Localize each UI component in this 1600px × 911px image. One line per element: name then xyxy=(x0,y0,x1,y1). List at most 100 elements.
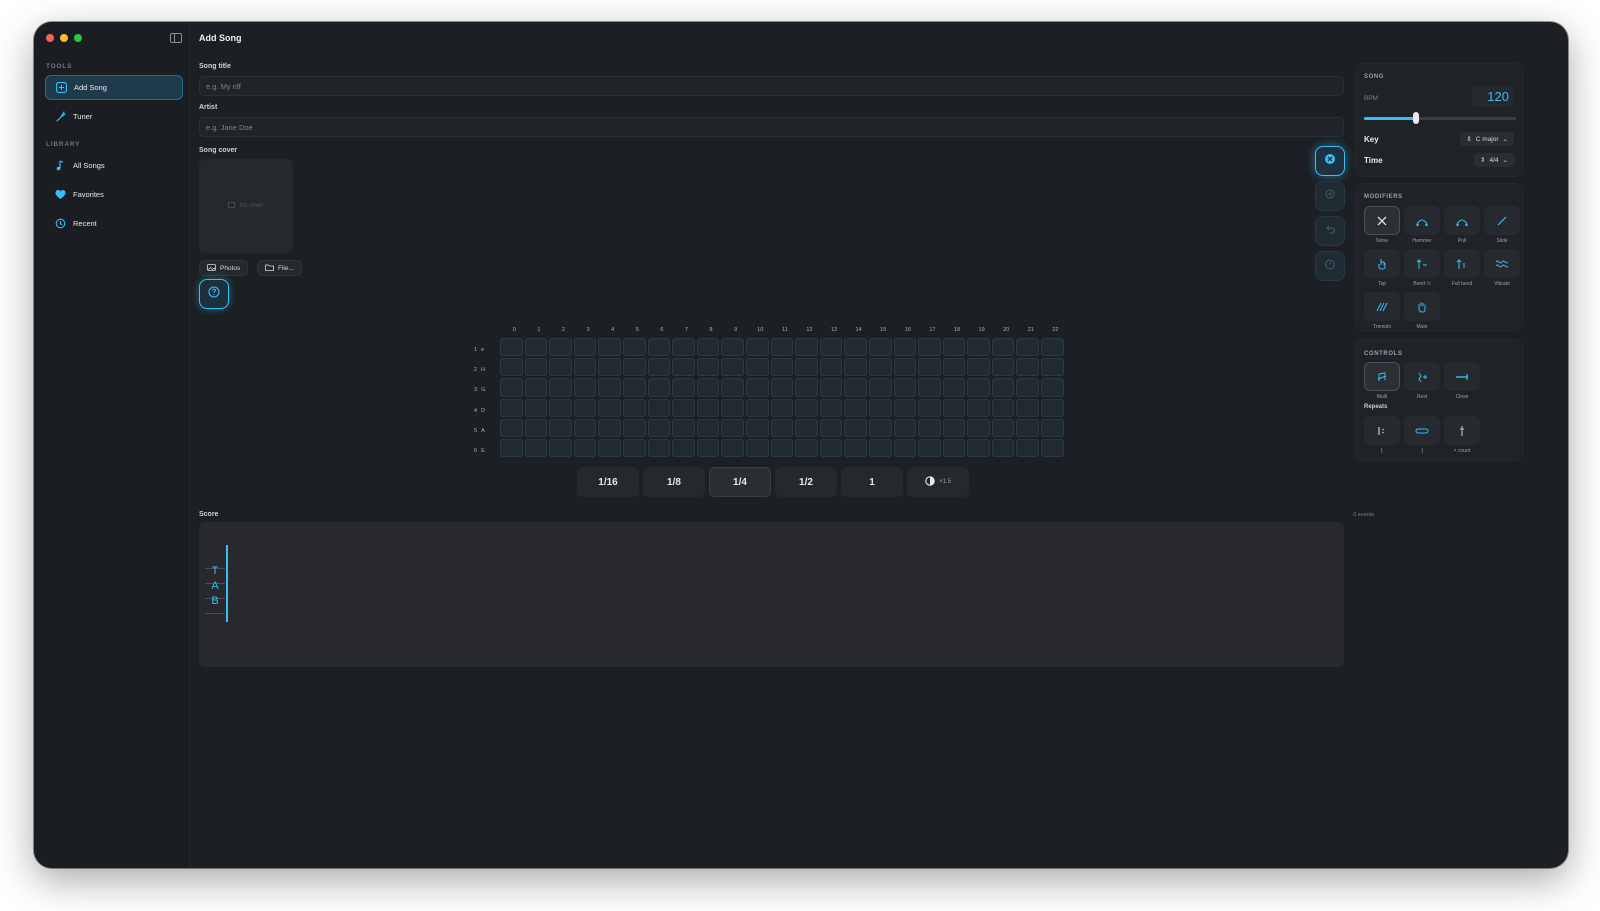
fret-cell[interactable] xyxy=(1016,438,1040,458)
control-rest[interactable]: Rest xyxy=(1404,362,1440,400)
fret-cell[interactable] xyxy=(844,438,867,458)
fret-cell[interactable] xyxy=(573,338,597,357)
time-select[interactable]: ⇕ 4/4 ⌄ xyxy=(1474,153,1514,167)
modifier-full-bend[interactable]: Full bend xyxy=(1444,249,1480,287)
fret-cell[interactable] xyxy=(745,398,769,417)
fret-cell[interactable] xyxy=(770,438,794,458)
fret-cell[interactable] xyxy=(942,398,966,417)
fret-cell[interactable] xyxy=(745,438,769,458)
fret-cell[interactable] xyxy=(844,338,867,357)
duration-button[interactable]: 1/16 xyxy=(577,467,639,497)
fret-cell[interactable] xyxy=(967,418,990,437)
sidebar-item-favorites[interactable]: Favorites xyxy=(45,182,183,207)
fret-cell[interactable] xyxy=(524,378,548,397)
fret-cell[interactable] xyxy=(918,358,941,377)
fret-cell[interactable] xyxy=(696,338,720,357)
fret-cell[interactable] xyxy=(991,418,1015,437)
fret-cell[interactable] xyxy=(622,378,646,397)
fret-cell[interactable] xyxy=(500,378,523,397)
fret-cell[interactable] xyxy=(942,358,966,377)
fret-cell[interactable] xyxy=(844,378,867,397)
repeat-count[interactable]: × count xyxy=(1444,416,1480,454)
fret-cell[interactable] xyxy=(721,378,744,397)
dotted-toggle-button[interactable]: ×1.5 xyxy=(907,467,969,497)
fret-cell[interactable] xyxy=(696,358,720,377)
fret-cell[interactable] xyxy=(1016,358,1040,377)
modifier-tremolo[interactable]: Tremolo xyxy=(1364,292,1400,330)
fret-cell[interactable] xyxy=(647,398,671,417)
duration-button[interactable]: 1/2 xyxy=(775,467,837,497)
fret-cell[interactable] xyxy=(893,378,917,397)
bpm-slider[interactable] xyxy=(1364,112,1516,124)
fret-cell[interactable] xyxy=(696,438,720,458)
fret-cell[interactable] xyxy=(745,418,769,437)
fret-cell[interactable] xyxy=(819,358,843,377)
fret-cell[interactable] xyxy=(893,438,917,458)
fret-cell[interactable] xyxy=(745,358,769,377)
help-button[interactable] xyxy=(199,279,229,309)
sidebar-item-all-songs[interactable]: All Songs xyxy=(45,153,183,178)
modifier-vibrato[interactable]: Vibrato xyxy=(1484,249,1520,287)
fret-cell[interactable] xyxy=(819,398,843,417)
fret-cell[interactable] xyxy=(598,418,621,437)
fret-cell[interactable] xyxy=(598,398,621,417)
fret-cell[interactable] xyxy=(622,398,646,417)
fret-cell[interactable] xyxy=(500,358,523,377)
fret-cell[interactable] xyxy=(696,378,720,397)
fret-cell[interactable] xyxy=(844,398,867,417)
fret-cell[interactable] xyxy=(1041,378,1064,397)
sidebar-item-recent[interactable]: Recent xyxy=(45,211,183,236)
modifier-none[interactable]: None xyxy=(1364,206,1400,244)
fret-cell[interactable] xyxy=(795,358,818,377)
score-canvas[interactable]: T A B xyxy=(199,522,1344,667)
fret-cell[interactable] xyxy=(893,398,917,417)
fret-cell[interactable] xyxy=(549,358,572,377)
fret-cell[interactable] xyxy=(868,398,892,417)
bpm-input[interactable]: 120 xyxy=(1472,86,1514,107)
fret-cell[interactable] xyxy=(893,358,917,377)
repeat-start[interactable]: |: xyxy=(1364,416,1400,454)
fret-cell[interactable] xyxy=(672,338,695,357)
modifier-tap[interactable]: Tap xyxy=(1364,249,1400,287)
fret-cell[interactable] xyxy=(868,438,892,458)
fret-cell[interactable] xyxy=(524,358,548,377)
fret-cell[interactable] xyxy=(500,418,523,437)
fret-cell[interactable] xyxy=(1016,338,1040,357)
fret-cell[interactable] xyxy=(622,418,646,437)
fret-cell[interactable] xyxy=(524,438,548,458)
cover-placeholder[interactable]: No cover xyxy=(199,159,293,253)
fret-cell[interactable] xyxy=(967,338,990,357)
fret-cell[interactable] xyxy=(819,438,843,458)
fret-cell[interactable] xyxy=(1041,438,1064,458)
fret-cell[interactable] xyxy=(967,358,990,377)
fret-cell[interactable] xyxy=(672,438,695,458)
modifier-slide[interactable]: Slide xyxy=(1484,206,1520,244)
zoom-window-button[interactable] xyxy=(74,34,82,42)
fret-cell[interactable] xyxy=(524,398,548,417)
fret-cell[interactable] xyxy=(868,358,892,377)
duration-button-selected[interactable]: 1/4 xyxy=(709,467,771,497)
fret-cell[interactable] xyxy=(918,438,941,458)
fret-cell[interactable] xyxy=(622,438,646,458)
fret-cell[interactable] xyxy=(795,418,818,437)
fret-cell[interactable] xyxy=(1041,398,1064,417)
fret-cell[interactable] xyxy=(1041,358,1064,377)
control-close[interactable]: Close xyxy=(1444,362,1480,400)
fret-cell[interactable] xyxy=(967,438,990,458)
fret-cell[interactable] xyxy=(770,338,794,357)
fret-cell[interactable] xyxy=(573,378,597,397)
fret-cell[interactable] xyxy=(795,378,818,397)
sidebar-item-add-song[interactable]: Add Song xyxy=(45,75,183,100)
fret-cell[interactable] xyxy=(819,418,843,437)
fret-cell[interactable] xyxy=(918,378,941,397)
fret-cell[interactable] xyxy=(844,418,867,437)
fret-cell[interactable] xyxy=(647,358,671,377)
fret-cell[interactable] xyxy=(918,338,941,357)
fret-cell[interactable] xyxy=(573,438,597,458)
fret-cell[interactable] xyxy=(549,338,572,357)
sidebar-toggle-icon[interactable] xyxy=(170,33,182,43)
minimize-window-button[interactable] xyxy=(60,34,68,42)
fret-cell[interactable] xyxy=(500,398,523,417)
fret-cell[interactable] xyxy=(598,378,621,397)
fret-cell[interactable] xyxy=(647,338,671,357)
